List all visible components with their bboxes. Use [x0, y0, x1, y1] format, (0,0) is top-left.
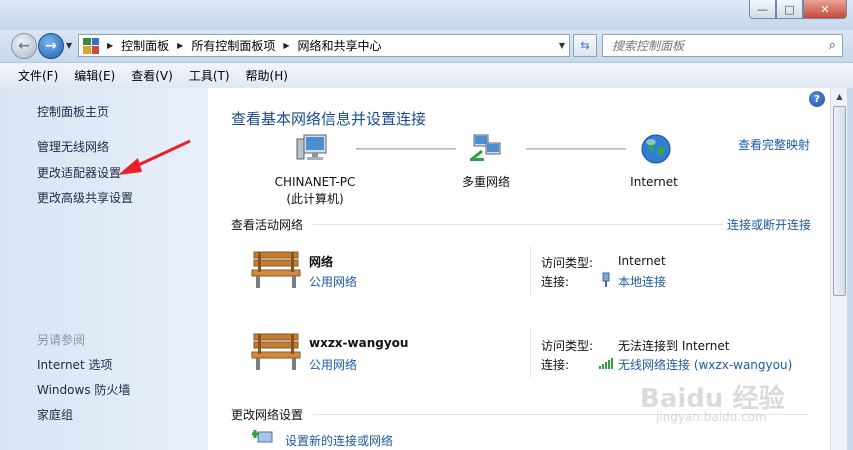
- watermark-url: jingyan.baidu.com: [656, 410, 767, 424]
